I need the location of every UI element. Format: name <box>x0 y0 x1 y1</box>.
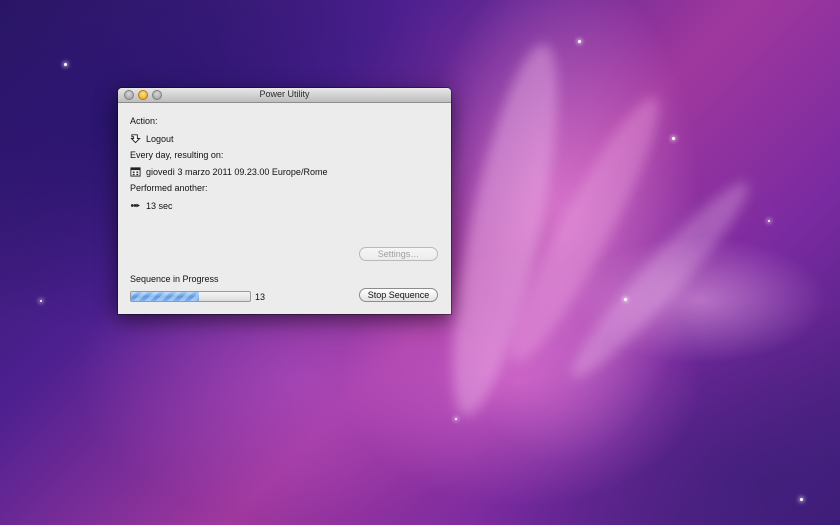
window-title: Power Utility <box>259 89 310 99</box>
action-label: Action: <box>130 116 158 126</box>
title-bar[interactable]: Power Utility <box>118 88 451 103</box>
action-value: Logout <box>146 133 174 144</box>
power-utility-window: Power Utility Action: Logout Every day, … <box>118 88 451 314</box>
star <box>768 220 770 222</box>
progress-count: 13 <box>255 292 266 302</box>
performed-label: Performed another: <box>130 183 208 193</box>
performed-row: 13 sec <box>130 200 173 211</box>
window-content: Action: Logout Every day, resulting on: … <box>118 104 451 314</box>
progress-label: Sequence in Progress <box>130 274 219 284</box>
star <box>40 300 42 302</box>
aurora-streak <box>431 36 579 424</box>
progress-fill <box>131 292 199 301</box>
sequence-progress-bar <box>130 291 251 302</box>
aurora-streak <box>558 170 762 390</box>
action-row: Logout <box>130 133 174 144</box>
star <box>800 498 803 501</box>
star <box>455 418 457 420</box>
repeat-arrow-icon <box>130 203 141 208</box>
star <box>672 137 675 140</box>
star <box>578 40 581 43</box>
stop-sequence-button[interactable]: Stop Sequence <box>359 288 438 302</box>
star <box>624 298 627 301</box>
calendar-icon <box>130 167 141 177</box>
performed-value: 13 sec <box>146 200 173 211</box>
schedule-row: giovedì 3 marzo 2011 09.23.00 Europe/Rom… <box>130 166 327 177</box>
settings-button[interactable]: Settings… <box>359 247 438 261</box>
schedule-value: giovedì 3 marzo 2011 09.23.00 Europe/Rom… <box>146 166 328 177</box>
star <box>64 63 67 66</box>
aurora-streak <box>492 85 678 375</box>
logout-arrow-icon <box>130 134 141 144</box>
schedule-label: Every day, resulting on: <box>130 150 224 160</box>
